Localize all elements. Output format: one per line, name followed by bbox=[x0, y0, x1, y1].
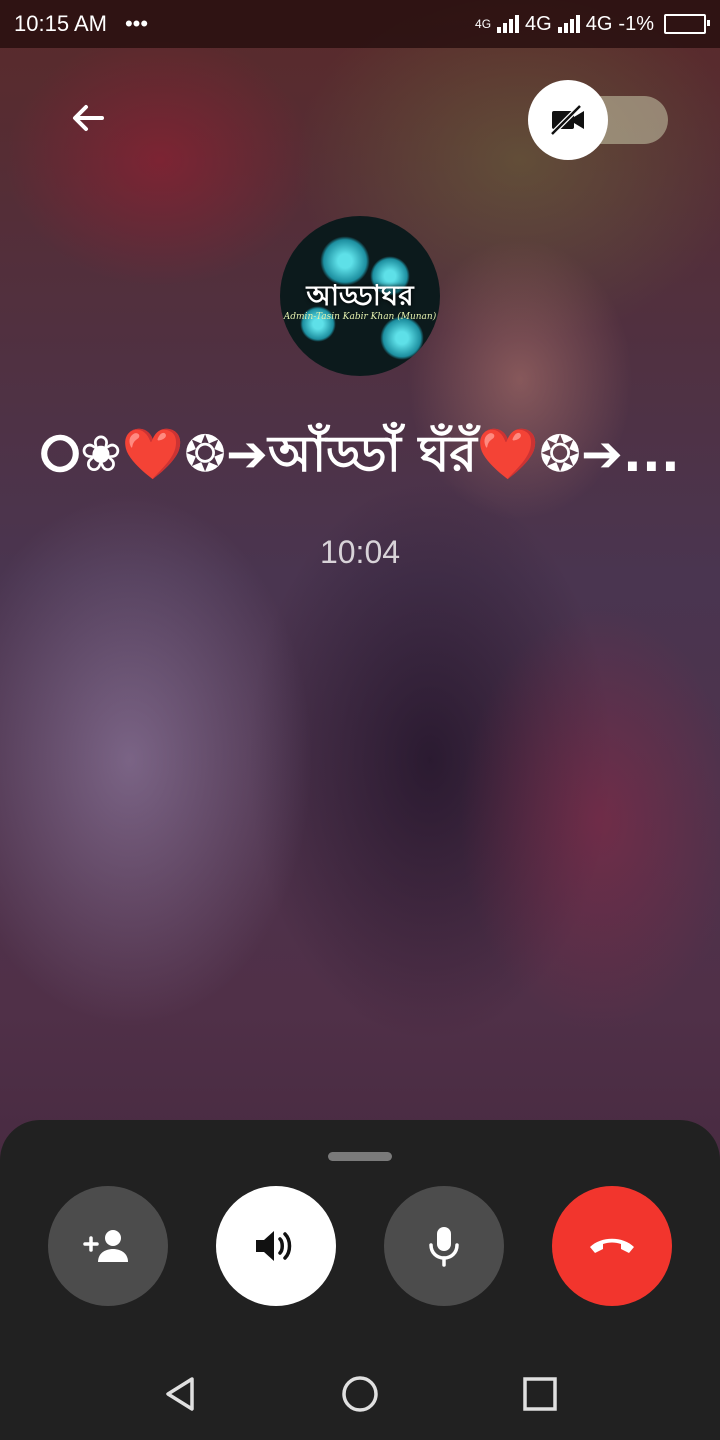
status-time: 10:15 AM bbox=[14, 11, 107, 36]
status-more: ••• bbox=[124, 11, 149, 36]
signal-icon bbox=[497, 15, 520, 33]
status-bar: 10:15 AM ••• 4G 4G 4G -1% bbox=[0, 0, 720, 48]
network-label-3: 4G bbox=[585, 12, 613, 35]
volume-icon bbox=[256, 1231, 292, 1261]
panel-drag-handle[interactable] bbox=[328, 1152, 392, 1161]
phone-hangup-icon bbox=[590, 1238, 634, 1253]
back-button[interactable] bbox=[62, 92, 114, 144]
network-label-2: 4G bbox=[525, 12, 552, 35]
add-person-button[interactable] bbox=[48, 1186, 168, 1306]
circle-home-icon bbox=[342, 1376, 378, 1412]
square-recents-icon bbox=[523, 1377, 557, 1411]
person-add-icon bbox=[83, 1230, 128, 1262]
video-off-icon bbox=[550, 104, 584, 136]
mute-button[interactable] bbox=[384, 1186, 504, 1306]
nav-recents-button[interactable] bbox=[516, 1370, 564, 1418]
caller-avatar: আড্ডাঘর Admin-Tasin Kabir Khan (Munan) bbox=[280, 216, 440, 376]
nav-home-button[interactable] bbox=[336, 1370, 384, 1418]
mic-icon bbox=[429, 1227, 459, 1267]
video-toggle-knob bbox=[528, 80, 608, 160]
battery-percent: -1% bbox=[618, 12, 654, 35]
arrow-left-icon bbox=[73, 105, 104, 131]
network-label-1: 4G bbox=[475, 17, 492, 31]
speaker-button[interactable] bbox=[216, 1186, 336, 1306]
signal-icon bbox=[557, 15, 580, 33]
nav-back-button[interactable] bbox=[156, 1370, 204, 1418]
triangle-back-icon bbox=[166, 1377, 194, 1411]
avatar-subtitle: Admin-Tasin Kabir Khan (Munan) bbox=[283, 312, 437, 322]
call-timer: 10:04 bbox=[319, 534, 401, 570]
video-toggle[interactable] bbox=[528, 80, 668, 160]
end-call-button[interactable] bbox=[552, 1186, 672, 1306]
caller-name: ⭘❀❤️❂➔আঁড্ডাঁ ঘঁরঁ❤️❂➔... bbox=[40, 425, 680, 483]
system-nav-bar bbox=[0, 1340, 720, 1440]
battery-icon bbox=[664, 14, 710, 34]
